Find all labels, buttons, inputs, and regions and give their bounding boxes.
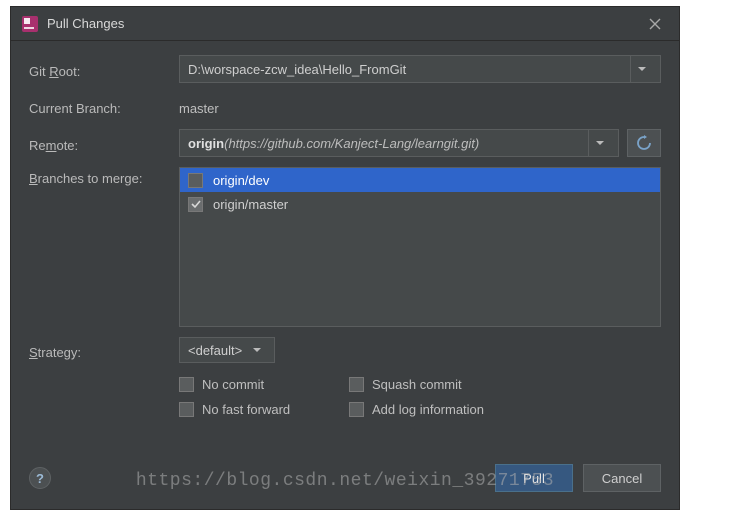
- squash-commit-checkbox[interactable]: Squash commit: [349, 377, 549, 392]
- no-commit-checkbox[interactable]: No commit: [179, 377, 339, 392]
- checkbox[interactable]: [179, 402, 194, 417]
- option-label: Squash commit: [372, 377, 462, 392]
- dialog-title: Pull Changes: [47, 16, 641, 31]
- app-icon: [21, 15, 39, 33]
- cancel-button[interactable]: Cancel: [583, 464, 661, 492]
- dialog-body: Git Root: D:\worspace-zcw_idea\Hello_Fro…: [11, 41, 679, 453]
- current-branch-label: Current Branch:: [29, 97, 179, 116]
- checkbox[interactable]: [188, 173, 203, 188]
- pull-button[interactable]: Pull: [495, 464, 573, 492]
- pull-changes-dialog: Pull Changes Git Root: D:\worspace-zcw_i…: [10, 6, 680, 510]
- remote-label: Remote:: [29, 134, 179, 153]
- option-label: Add log information: [372, 402, 484, 417]
- checkbox[interactable]: [188, 197, 203, 212]
- checkbox[interactable]: [179, 377, 194, 392]
- branch-name: origin/dev: [213, 173, 269, 188]
- strategy-value: <default>: [188, 343, 242, 358]
- current-branch-value: master: [179, 97, 219, 116]
- option-label: No fast forward: [202, 402, 290, 417]
- git-root-combo[interactable]: D:\worspace-zcw_idea\Hello_FromGit: [179, 55, 661, 83]
- refresh-button[interactable]: [627, 129, 661, 157]
- branches-list[interactable]: origin/dev origin/master: [179, 167, 661, 327]
- remote-url: https://github.com/Kanject-Lang/learngit…: [228, 136, 474, 151]
- checkbox[interactable]: [349, 402, 364, 417]
- branch-item-master[interactable]: origin/master: [180, 192, 660, 216]
- branches-label: Branches to merge:: [29, 167, 179, 186]
- help-button[interactable]: ?: [29, 467, 51, 489]
- chevron-down-icon: [630, 56, 652, 82]
- strategy-combo[interactable]: <default>: [179, 337, 275, 363]
- titlebar: Pull Changes: [11, 7, 679, 41]
- remote-name: origin: [188, 136, 224, 151]
- chevron-down-icon: [588, 130, 610, 156]
- close-button[interactable]: [641, 10, 669, 38]
- strategy-label: Strategy:: [29, 341, 179, 360]
- add-log-info-checkbox[interactable]: Add log information: [349, 402, 549, 417]
- chevron-down-icon: [248, 346, 266, 354]
- remote-combo[interactable]: origin(https://github.com/Kanject-Lang/l…: [179, 129, 619, 157]
- dialog-footer: ? Pull Cancel https://blog.csdn.net/weix…: [11, 453, 679, 509]
- no-fast-forward-checkbox[interactable]: No fast forward: [179, 402, 339, 417]
- branch-name: origin/master: [213, 197, 288, 212]
- checkbox[interactable]: [349, 377, 364, 392]
- option-label: No commit: [202, 377, 264, 392]
- branch-item-dev[interactable]: origin/dev: [180, 168, 660, 192]
- git-root-label: Git Root:: [29, 60, 179, 79]
- git-root-value: D:\worspace-zcw_idea\Hello_FromGit: [188, 62, 406, 77]
